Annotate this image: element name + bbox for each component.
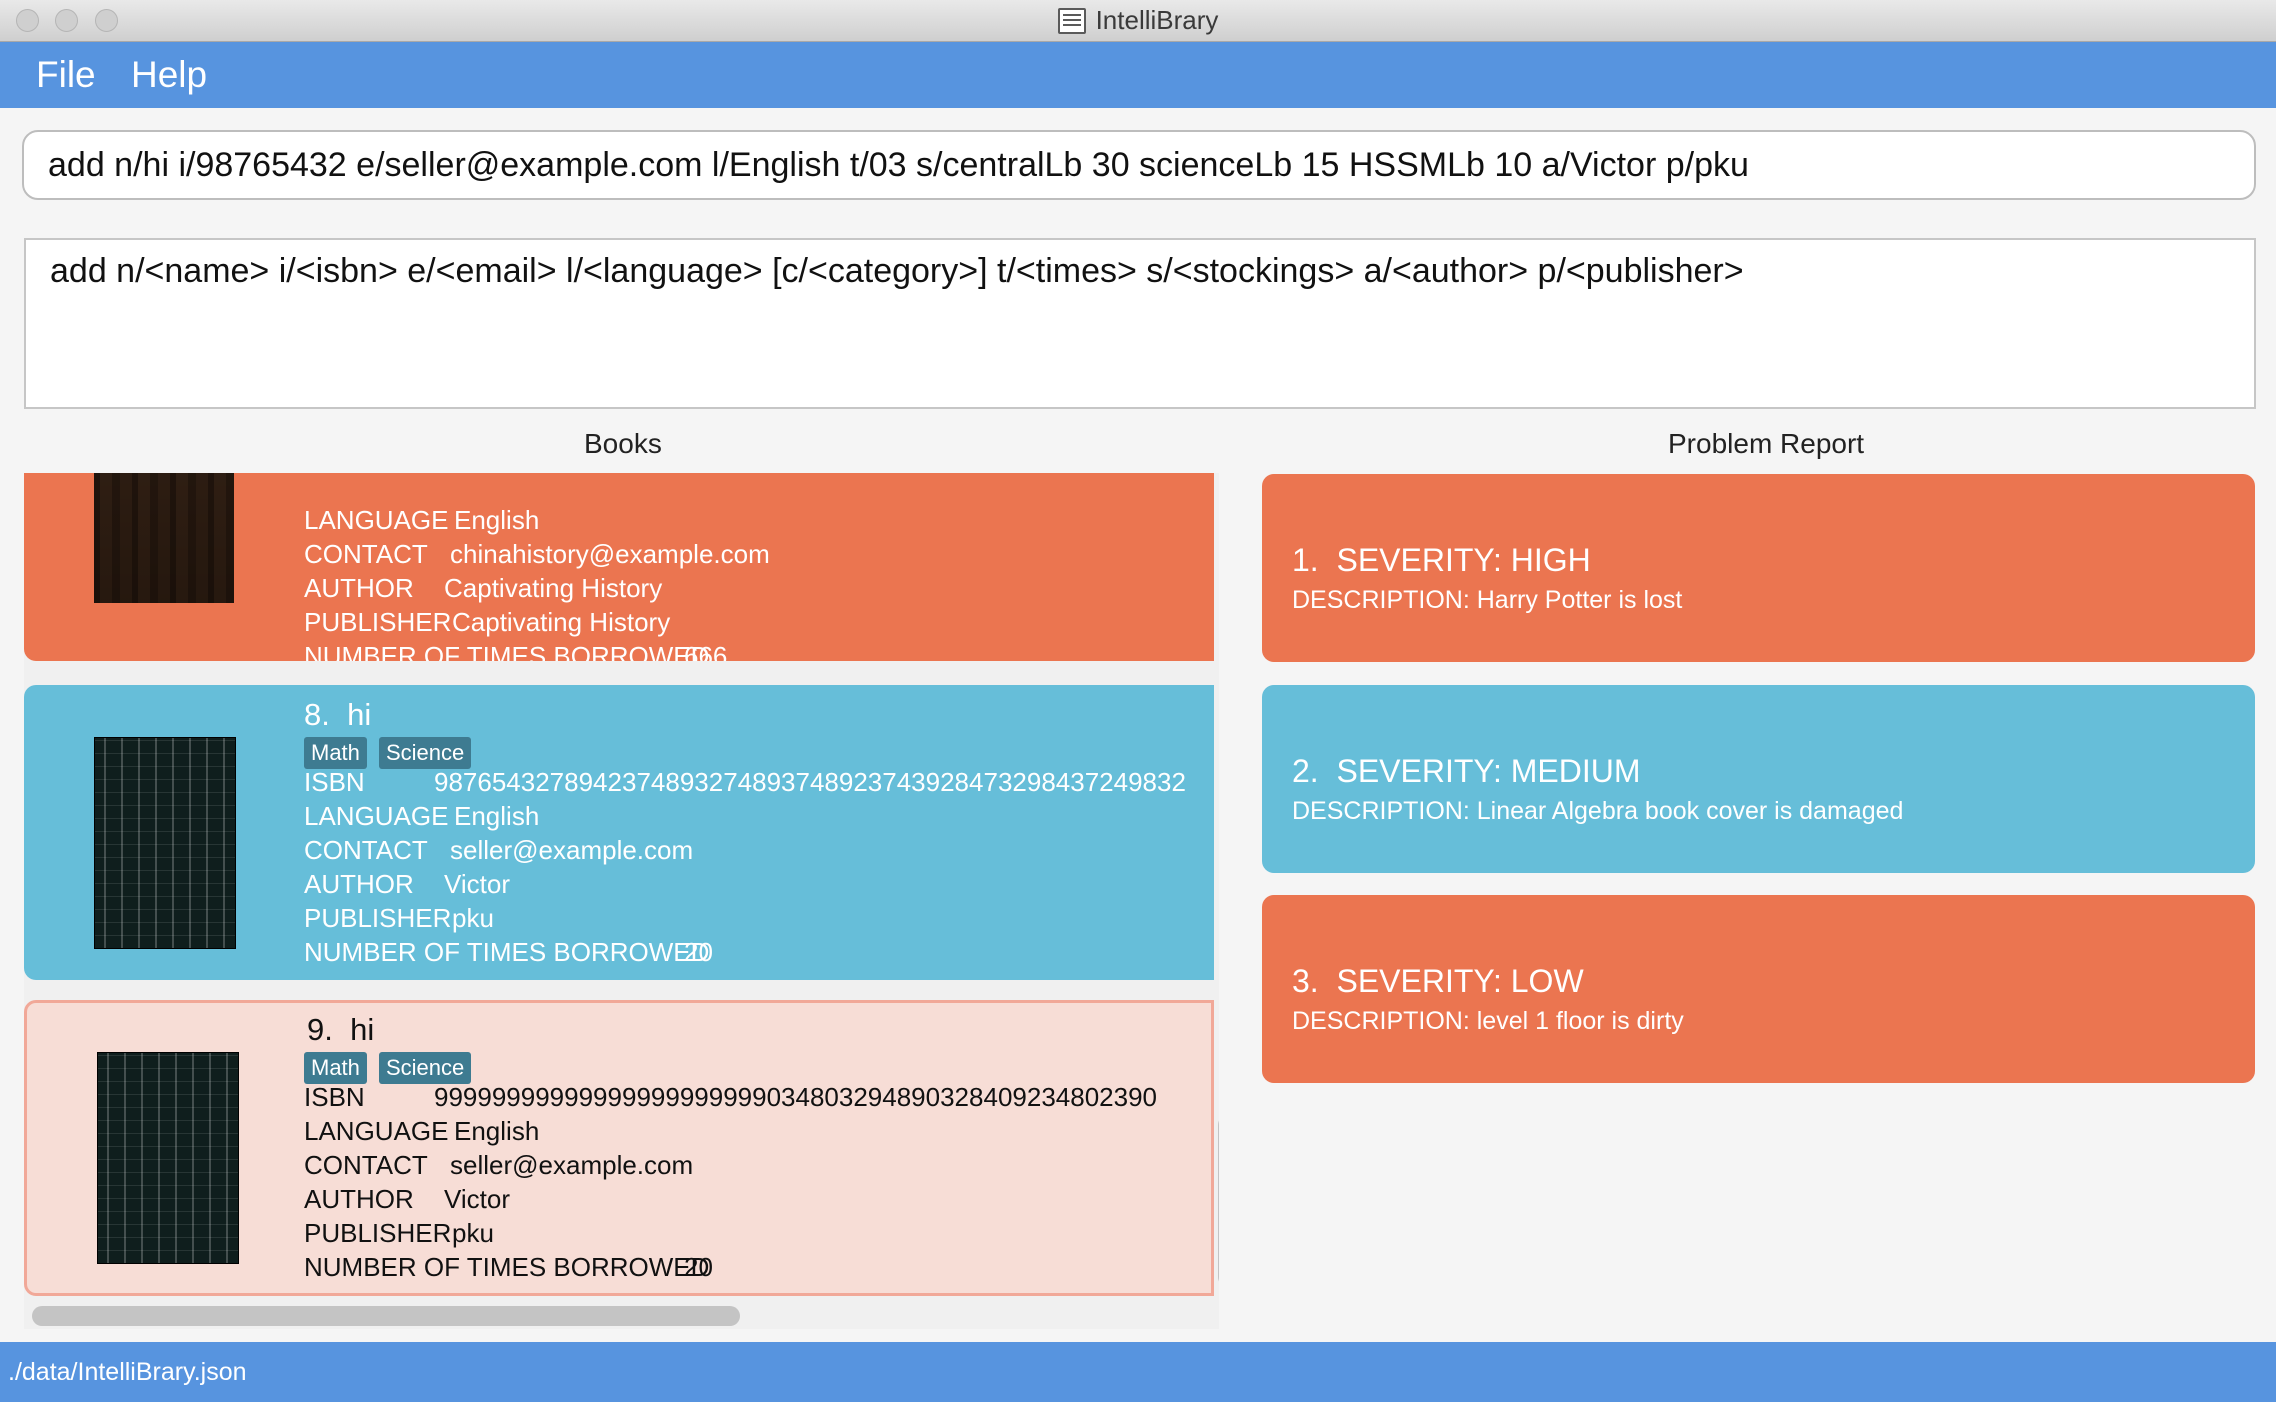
book-card-selected[interactable]: 9. hi Math Science ISBN 99999999999999999… <box>24 1000 1214 1296</box>
author-label: AUTHOR <box>304 869 414 899</box>
book-author: Captivating History <box>444 573 663 603</box>
menu-help[interactable]: Help <box>131 54 207 96</box>
problem-index: 3. <box>1292 963 1319 999</box>
tag-badge: Math <box>304 1052 367 1084</box>
author-label: AUTHOR <box>304 573 414 603</box>
language-label: LANGUAGE <box>304 801 449 831</box>
book-language-row: LANGUAGE English <box>304 505 539 536</box>
problem-report-header: Problem Report <box>1668 428 1865 459</box>
isbn-label: ISBN <box>304 767 365 797</box>
problem-index: 2. <box>1292 753 1319 789</box>
problem-severity-row: 3. SEVERITY: LOW <box>1292 963 1584 1000</box>
problem-card[interactable]: 1. SEVERITY: HIGH DESCRIPTION: Harry Pot… <box>1262 474 2255 662</box>
command-input[interactable]: add n/hi i/98765432 e/seller@example.com… <box>22 130 2256 200</box>
book-language-row: LANGUAGE English <box>304 801 539 832</box>
book-author-row: AUTHOR Captivating History <box>304 573 662 604</box>
book-index: 9. <box>307 1012 333 1047</box>
problem-severity: SEVERITY: LOW <box>1336 963 1584 999</box>
status-bar: ./data/IntelliBrary.json <box>0 1342 2276 1402</box>
book-contact-row: CONTACT seller@example.com <box>304 1150 693 1181</box>
times-label: NUMBER OF TIMES BORROWED <box>304 641 710 661</box>
problem-severity-row: 1. SEVERITY: HIGH <box>1292 542 1591 579</box>
problem-card[interactable]: 3. SEVERITY: LOW DESCRIPTION: level 1 fl… <box>1262 895 2255 1083</box>
book-times: 20 <box>684 1252 713 1282</box>
book-cover-image <box>94 737 236 949</box>
result-display[interactable]: add n/<name> i/<isbn> e/<email> l/<langu… <box>24 238 2256 409</box>
book-language: English <box>454 505 540 535</box>
publisher-label: PUBLISHER <box>304 903 452 933</box>
problem-index: 1. <box>1292 542 1319 578</box>
tag-badge: Science <box>379 737 472 769</box>
book-contact: seller@example.com <box>450 1150 694 1180</box>
book-times-row: NUMBER OF TIMES BORROWED20 <box>304 1252 713 1283</box>
language-label: LANGUAGE <box>304 505 449 535</box>
book-isbn: 9876543278942374893274893748923743928473… <box>434 767 1186 797</box>
window-title-bar: IntelliBrary <box>0 0 2276 42</box>
book-tags: Math Science <box>304 737 904 769</box>
book-contact: chinahistory@example.com <box>450 539 770 569</box>
author-label: AUTHOR <box>304 1184 414 1214</box>
book-isbn-row: ISBN 999999999999999999999990348032948903… <box>304 1082 1157 1113</box>
problem-description: DESCRIPTION: Harry Potter is lost <box>1292 586 1683 614</box>
contact-label: CONTACT <box>304 1150 428 1180</box>
book-publisher-row: PUBLISHERpku <box>304 903 494 934</box>
book-publisher: pku <box>452 903 494 933</box>
book-list[interactable]: LANGUAGE English CONTACT chinahistory@exam… <box>24 473 1219 1329</box>
problem-severity-row: 2. SEVERITY: MEDIUM <box>1292 753 1641 790</box>
language-label: LANGUAGE <box>304 1116 449 1146</box>
books-panel-header: Books <box>584 428 662 459</box>
publisher-label: PUBLISHER <box>304 607 452 637</box>
book-card[interactable]: 8. hi Math Science ISBN 98765432789423748… <box>24 685 1214 980</box>
publisher-label: PUBLISHER <box>304 1218 452 1248</box>
book-contact-row: CONTACT chinahistory@example.com <box>304 539 770 570</box>
book-title-row: 8. hi <box>304 697 371 733</box>
book-cover-image <box>94 473 234 603</box>
book-language: English <box>454 1116 540 1146</box>
book-title-row: 9. hi <box>307 1012 374 1048</box>
book-contact-row: CONTACT seller@example.com <box>304 835 693 866</box>
book-times: 20 <box>684 937 713 967</box>
times-label: NUMBER OF TIMES BORROWED <box>304 937 710 967</box>
book-language: English <box>454 801 540 831</box>
problem-description: DESCRIPTION: Linear Algebra book cover i… <box>1292 797 1904 825</box>
problem-card[interactable]: 2. SEVERITY: MEDIUM DESCRIPTION: Linear … <box>1262 685 2255 873</box>
book-publisher: pku <box>452 1218 494 1248</box>
book-author-row: AUTHOR Victor <box>304 1184 510 1215</box>
book-times-row: NUMBER OF TIMES BORROWED666 <box>304 641 727 661</box>
book-times-row: NUMBER OF TIMES BORROWED20 <box>304 937 713 968</box>
menu-file[interactable]: File <box>36 54 96 96</box>
isbn-label: ISBN <box>304 1082 365 1112</box>
book-name: hi <box>347 697 372 732</box>
book-publisher-row: PUBLISHERCaptivating History <box>304 607 670 638</box>
contact-label: CONTACT <box>304 835 428 865</box>
book-card[interactable]: LANGUAGE English CONTACT chinahistory@exam… <box>24 473 1214 661</box>
book-index: 8. <box>304 697 330 732</box>
problem-severity: SEVERITY: HIGH <box>1336 542 1591 578</box>
book-list-horizontal-scroll-thumb[interactable] <box>32 1306 740 1326</box>
save-location-path: ./data/IntelliBrary.json <box>8 1358 247 1386</box>
window-title: IntelliBrary <box>1095 5 1219 35</box>
book-list-vertical-scroll-thumb[interactable] <box>1218 1115 1219 1287</box>
book-isbn-row: ISBN 987654327894237489327489374892374392… <box>304 767 1186 798</box>
book-name: hi <box>350 1012 375 1047</box>
book-language-row: LANGUAGE English <box>304 1116 539 1147</box>
problem-severity: SEVERITY: MEDIUM <box>1336 753 1641 789</box>
contact-label: CONTACT <box>304 539 428 569</box>
book-publisher: Captivating History <box>452 607 671 637</box>
times-label: NUMBER OF TIMES BORROWED <box>304 1252 710 1282</box>
book-tags: Math Science <box>304 1052 904 1084</box>
tag-badge: Math <box>304 737 367 769</box>
book-publisher-row: PUBLISHERpku <box>304 1218 494 1249</box>
book-author: Victor <box>444 1184 510 1214</box>
menu-bar: File Help <box>0 42 2276 108</box>
book-author-row: AUTHOR Victor <box>304 869 510 900</box>
book-isbn: 9999999999999999999999903480329489032840… <box>434 1082 1157 1112</box>
book-contact: seller@example.com <box>450 835 694 865</box>
problem-description: DESCRIPTION: level 1 floor is dirty <box>1292 1007 1684 1035</box>
book-times: 666 <box>684 641 728 661</box>
book-cover-image <box>97 1052 239 1264</box>
tag-badge: Science <box>379 1052 472 1084</box>
app-book-icon <box>1057 7 1086 34</box>
book-author: Victor <box>444 869 510 899</box>
